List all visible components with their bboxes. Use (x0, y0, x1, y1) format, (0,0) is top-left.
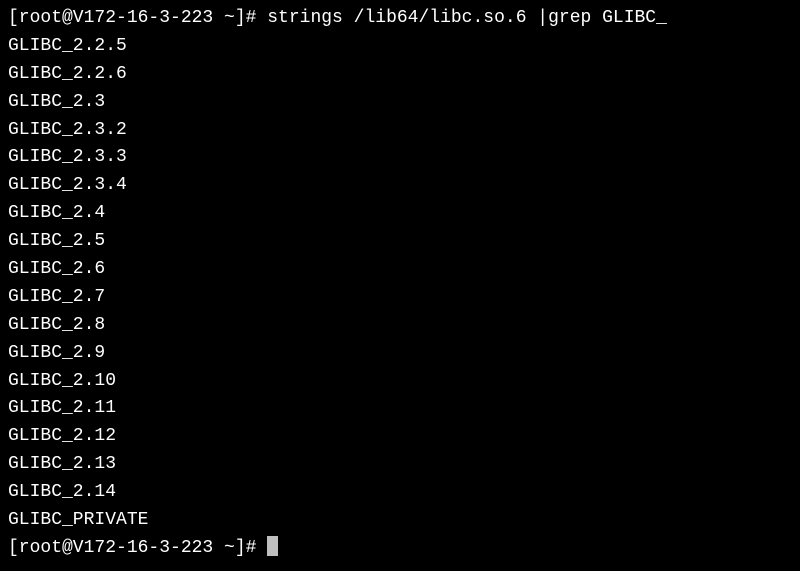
output-line: GLIBC_2.3.4 (8, 172, 792, 200)
output-line: GLIBC_2.4 (8, 200, 792, 228)
shell-prompt: [root@V172-16-3-223 ~]# (8, 8, 267, 28)
output-line: GLIBC_2.2.6 (8, 61, 792, 89)
output-line: GLIBC_2.6 (8, 256, 792, 284)
output-line: GLIBC_2.14 (8, 479, 792, 507)
output-line: GLIBC_2.2.5 (8, 33, 792, 61)
command-text: strings /lib64/libc.so.6 |grep GLIBC_ (267, 8, 667, 28)
output-line: GLIBC_2.9 (8, 340, 792, 368)
output-line: GLIBC_PRIVATE (8, 507, 792, 535)
output-line: GLIBC_2.3 (8, 89, 792, 117)
shell-prompt: [root@V172-16-3-223 ~]# (8, 538, 267, 558)
output-line: GLIBC_2.5 (8, 228, 792, 256)
output-line: GLIBC_2.10 (8, 368, 792, 396)
output-line: GLIBC_2.3.2 (8, 117, 792, 145)
command-line-2[interactable]: [root@V172-16-3-223 ~]# (8, 535, 792, 563)
output-line: GLIBC_2.11 (8, 395, 792, 423)
output-line: GLIBC_2.8 (8, 312, 792, 340)
output-line: GLIBC_2.13 (8, 451, 792, 479)
output-line: GLIBC_2.7 (8, 284, 792, 312)
output-line: GLIBC_2.12 (8, 423, 792, 451)
cursor-icon (267, 536, 278, 556)
command-line-1: [root@V172-16-3-223 ~]# strings /lib64/l… (8, 5, 792, 33)
output-line: GLIBC_2.3.3 (8, 144, 792, 172)
